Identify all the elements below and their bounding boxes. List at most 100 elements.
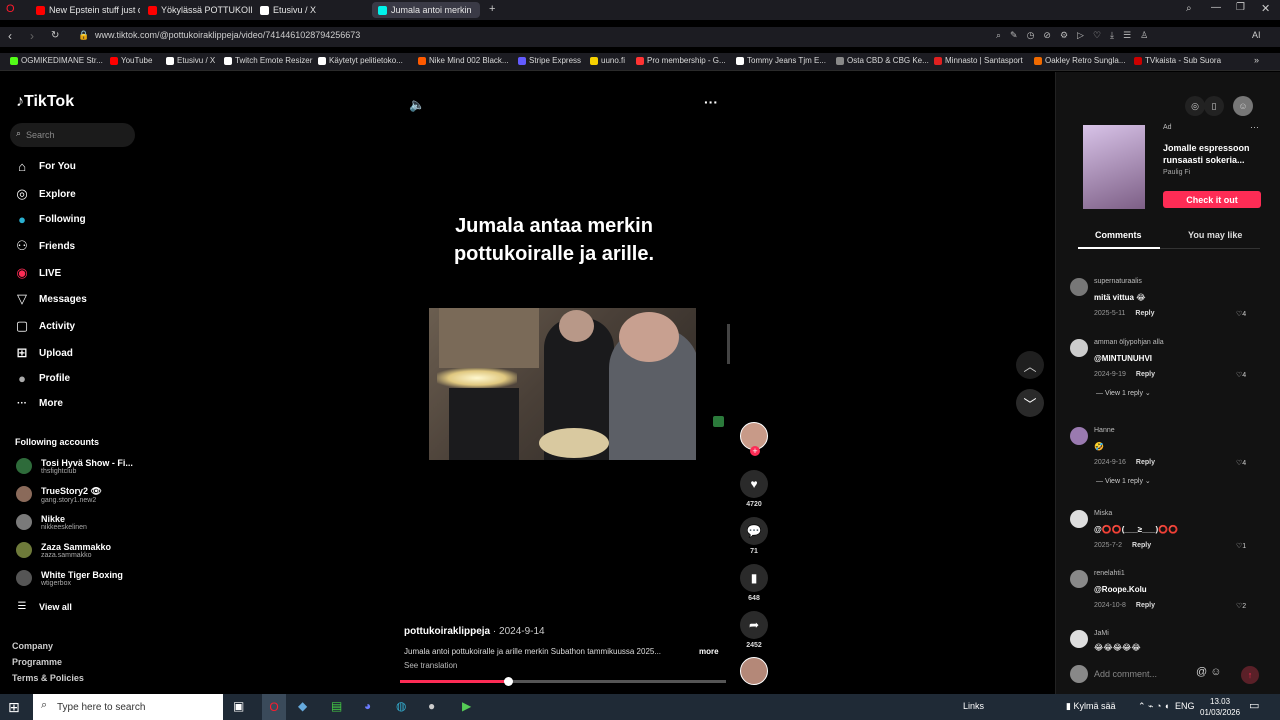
- send-comment-button[interactable]: ↑: [1241, 666, 1259, 684]
- view-replies-button[interactable]: — View 1 reply ⌄: [1096, 389, 1151, 397]
- bookmarks-overflow-icon[interactable]: »: [1254, 55, 1259, 65]
- ad-title[interactable]: Jomalle espressoon runsaasti sokeria...: [1163, 142, 1273, 166]
- comment-button[interactable]: 💬 71: [740, 517, 768, 555]
- task-view-icon[interactable]: ▣: [233, 699, 244, 713]
- comment-user[interactable]: Miska: [1094, 510, 1112, 517]
- search-tabs-icon[interactable]: ⌕: [1186, 3, 1192, 14]
- media-taskbar-icon[interactable]: ▶: [462, 699, 471, 713]
- windows-start-icon[interactable]: ⊞: [8, 699, 20, 716]
- video-author[interactable]: pottukoiraklippeja · 2024-9-14: [404, 626, 545, 637]
- reply-button[interactable]: Reply: [1132, 542, 1151, 549]
- opera-taskbar-icon[interactable]: O: [262, 694, 286, 720]
- nav-for-you[interactable]: ⌂ For You: [14, 159, 76, 174]
- nav-friends[interactable]: ⚇ Friends: [14, 238, 75, 254]
- search-input[interactable]: ⌕ Search: [10, 123, 135, 147]
- video-player[interactable]: [429, 308, 696, 460]
- avatar[interactable]: [1070, 427, 1088, 445]
- reply-button[interactable]: Reply: [1135, 310, 1154, 317]
- weather-widget[interactable]: ▮ Kylmä sää: [1066, 701, 1115, 712]
- following-account[interactable]: Zaza Sammakko zaza.sammakko: [16, 542, 111, 559]
- taskbar-clock[interactable]: 13.03 01/03/2026: [1200, 696, 1240, 718]
- nav-live[interactable]: ◉ LIVE: [14, 265, 61, 281]
- following-account[interactable]: Tosi Hyvä Show - Fi... thsfightclub: [16, 458, 133, 475]
- browser-tab-2[interactable]: Yökylässä POTTUKOIRAN: [142, 2, 252, 18]
- volume-icon[interactable]: 🔈: [409, 97, 425, 113]
- bookmark-7[interactable]: Stripe Express: [518, 56, 581, 65]
- user-avatar[interactable]: ☺: [1233, 96, 1253, 116]
- comment-like-button[interactable]: ♡4: [1236, 459, 1246, 467]
- following-account[interactable]: TrueStory2 👁 gang.story1.new2: [16, 486, 102, 504]
- url-field[interactable]: www.tiktok.com/@pottukoiraklippeja/video…: [95, 30, 360, 40]
- nav-activity[interactable]: ▢ Activity: [14, 318, 75, 334]
- nav-explore[interactable]: ◎ Explore: [14, 186, 75, 202]
- ad-thumbnail[interactable]: [1083, 125, 1145, 209]
- comment-like-button[interactable]: ♡1: [1236, 542, 1246, 550]
- comment-like-button[interactable]: ♡2: [1236, 602, 1246, 610]
- comment-user[interactable]: Hanne: [1094, 427, 1115, 434]
- opera-logo-icon[interactable]: O: [6, 3, 15, 15]
- compass-icon[interactable]: ◎: [1185, 96, 1205, 116]
- browser-tab-1[interactable]: New Epstein stuff just dr: [30, 2, 140, 18]
- tab-comments[interactable]: Comments: [1095, 230, 1142, 240]
- bookmark-11[interactable]: Osta CBD & CBG Ke...: [836, 56, 929, 65]
- bookmark-13[interactable]: Oakley Retro Sungla...: [1034, 56, 1125, 65]
- taskbar-search-input[interactable]: ⌕ Type here to search: [33, 694, 223, 720]
- nav-messages[interactable]: ▽ Messages: [14, 291, 87, 307]
- see-translation-link[interactable]: See translation: [404, 661, 457, 670]
- follow-plus-icon[interactable]: +: [750, 446, 760, 456]
- view-all-button[interactable]: ☰ View all: [14, 601, 72, 612]
- edge-taskbar-icon[interactable]: ◍: [396, 699, 406, 713]
- extensions-toolbar[interactable]: ⌕✎◷⊘⚙▷♡⤓☰♙: [996, 30, 1157, 41]
- ad-cta-button[interactable]: Check it out: [1163, 191, 1261, 208]
- avatar[interactable]: [1070, 630, 1088, 648]
- share-button[interactable]: ➦ 2452: [740, 611, 768, 649]
- bookmark-10[interactable]: Tommy Jeans Tjm E...: [736, 56, 826, 65]
- language-indicator[interactable]: ENG: [1175, 701, 1195, 711]
- bookmark-5[interactable]: Käytetyt pelitietoko...: [318, 56, 403, 65]
- links-toolbar[interactable]: Links: [963, 701, 984, 711]
- comment-user[interactable]: renelahti1: [1094, 570, 1125, 577]
- view-replies-button[interactable]: — View 1 reply ⌄: [1096, 477, 1151, 485]
- video-progress-bar[interactable]: [400, 677, 726, 686]
- avatar[interactable]: [1070, 278, 1088, 296]
- footer-programme[interactable]: Programme: [12, 657, 62, 667]
- more-options-icon[interactable]: ···: [704, 94, 718, 110]
- reload-icon[interactable]: ↻: [51, 30, 59, 41]
- like-button[interactable]: ♥ 4720: [740, 470, 768, 508]
- bookmark-12[interactable]: Minnasto | Santasport: [934, 56, 1023, 65]
- footer-company[interactable]: Company: [12, 641, 53, 651]
- footer-terms[interactable]: Terms & Policies: [12, 673, 84, 683]
- discord-taskbar-icon[interactable]: ◕: [364, 699, 371, 713]
- reply-button[interactable]: Reply: [1136, 459, 1155, 466]
- comment-user[interactable]: JaMi: [1094, 630, 1109, 637]
- video-scroll-indicator[interactable]: [727, 324, 730, 364]
- bookmark-9[interactable]: Pro membership - G...: [636, 56, 726, 65]
- avatar[interactable]: [1070, 510, 1088, 528]
- nav-upload[interactable]: ⊞ Upload: [14, 345, 73, 361]
- reply-button[interactable]: Reply: [1136, 602, 1155, 609]
- mention-icon[interactable]: @: [1196, 666, 1207, 678]
- tiktok-logo[interactable]: ♪TikTok: [16, 93, 74, 111]
- phone-icon[interactable]: ▯: [1204, 96, 1224, 116]
- bookmark-1[interactable]: OGMIKEDIMANE Str...: [10, 56, 103, 65]
- bookmark-8[interactable]: uuno.fi: [590, 56, 625, 65]
- tab-you-may-like[interactable]: You may like: [1188, 230, 1242, 240]
- reply-button[interactable]: Reply: [1136, 371, 1155, 378]
- bookmark-3[interactable]: Etusivu / X: [166, 56, 215, 65]
- bookmark-14[interactable]: TVkaista - Sub Suora: [1134, 56, 1221, 65]
- app-taskbar-icon[interactable]: ◆: [298, 699, 307, 713]
- avatar[interactable]: [1070, 570, 1088, 588]
- nav-following[interactable]: ● Following: [14, 212, 86, 227]
- more-button[interactable]: more: [699, 647, 719, 656]
- comment-user[interactable]: supernaturaalis: [1094, 278, 1142, 285]
- tray-icons[interactable]: ⌃ ⌁ ◔ ◖: [1138, 701, 1169, 712]
- aria-ai-icon[interactable]: AI: [1252, 30, 1261, 40]
- nav-profile[interactable]: ● Profile: [14, 371, 70, 386]
- notifications-icon[interactable]: ▭: [1249, 699, 1259, 712]
- next-video-button[interactable]: ﹀: [1016, 389, 1044, 417]
- following-account[interactable]: White Tiger Boxing wtigerbox: [16, 570, 123, 587]
- previous-video-button[interactable]: ︿: [1016, 351, 1044, 379]
- spotify-taskbar-icon[interactable]: ▤: [331, 699, 342, 713]
- progress-knob[interactable]: [503, 677, 513, 686]
- maximize-icon[interactable]: ❐: [1236, 2, 1245, 13]
